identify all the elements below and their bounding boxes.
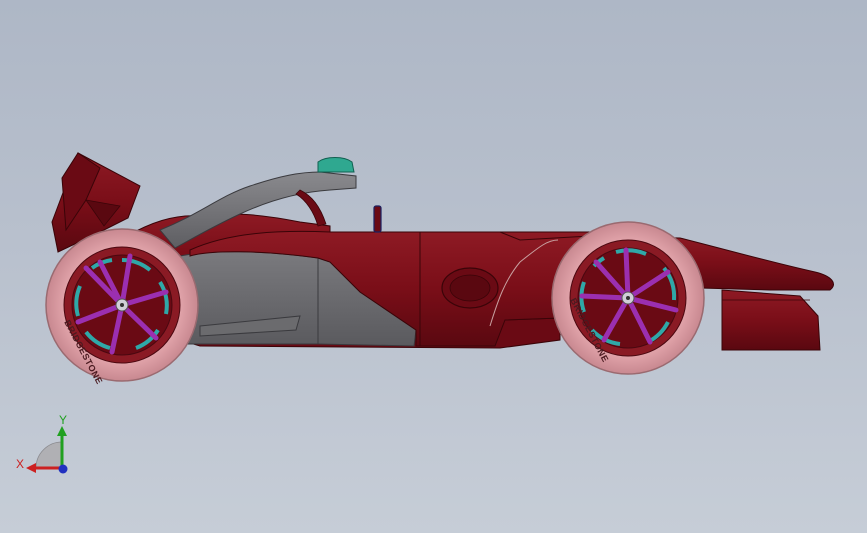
triad-plane-icon [35,441,63,469]
x-axis-label: X [16,457,24,471]
coordinate-triad[interactable]: Y X [16,413,68,474]
z-axis-dot [58,464,68,474]
car-model[interactable]: BRIDGESTONE BRIDGESTONE Y X [0,0,867,533]
antenna [373,205,382,233]
y-axis-label: Y [59,413,67,427]
driver-helmet [317,157,355,173]
3d-viewport[interactable]: BRIDGESTONE BRIDGESTONE Y X [0,0,867,533]
rear-wheel: BRIDGESTONE [45,228,199,386]
front-wheel: BRIDGESTONE [551,221,705,375]
car-body [119,213,834,351]
